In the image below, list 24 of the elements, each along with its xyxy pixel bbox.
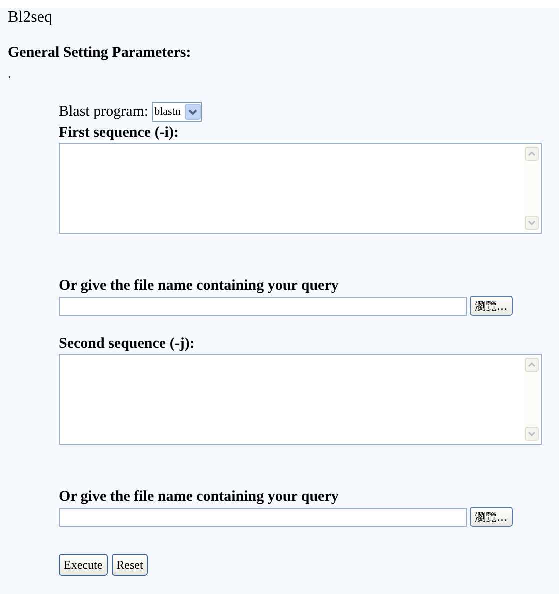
field-label: Or give the file name containing your query	[59, 489, 340, 507]
browse-button[interactable]: 瀏覽...	[470, 296, 512, 316]
text-area[interactable]	[59, 143, 542, 234]
scroll-down-icon[interactable]	[525, 427, 539, 441]
chevron-down-icon	[184, 104, 201, 120]
field-label: Blast program:	[59, 104, 149, 120]
field-label: Or give the file name containing your query	[59, 278, 340, 296]
field-label: Second sequence (-j):	[59, 336, 196, 354]
text-area[interactable]	[59, 354, 542, 445]
field-label: First sequence (-i):	[59, 125, 180, 143]
scrollbar[interactable]	[524, 356, 540, 443]
scroll-up-icon[interactable]	[525, 358, 539, 372]
scroll-down-icon[interactable]	[525, 216, 539, 230]
program-dropdown[interactable]: blastn	[152, 102, 202, 122]
file-path-field[interactable]	[59, 296, 467, 316]
form-button[interactable]: Execute	[59, 554, 108, 576]
file-path-field[interactable]	[59, 508, 467, 526]
scrollbar[interactable]	[524, 145, 540, 232]
form-button[interactable]: Reset	[112, 554, 148, 576]
separator-text: .	[8, 67, 12, 82]
section-heading: General Setting Parameters:	[8, 45, 192, 61]
browse-button[interactable]: 瀏覽...	[470, 507, 512, 527]
scroll-up-icon[interactable]	[525, 147, 539, 161]
page-title: Bl2seq	[8, 8, 52, 28]
